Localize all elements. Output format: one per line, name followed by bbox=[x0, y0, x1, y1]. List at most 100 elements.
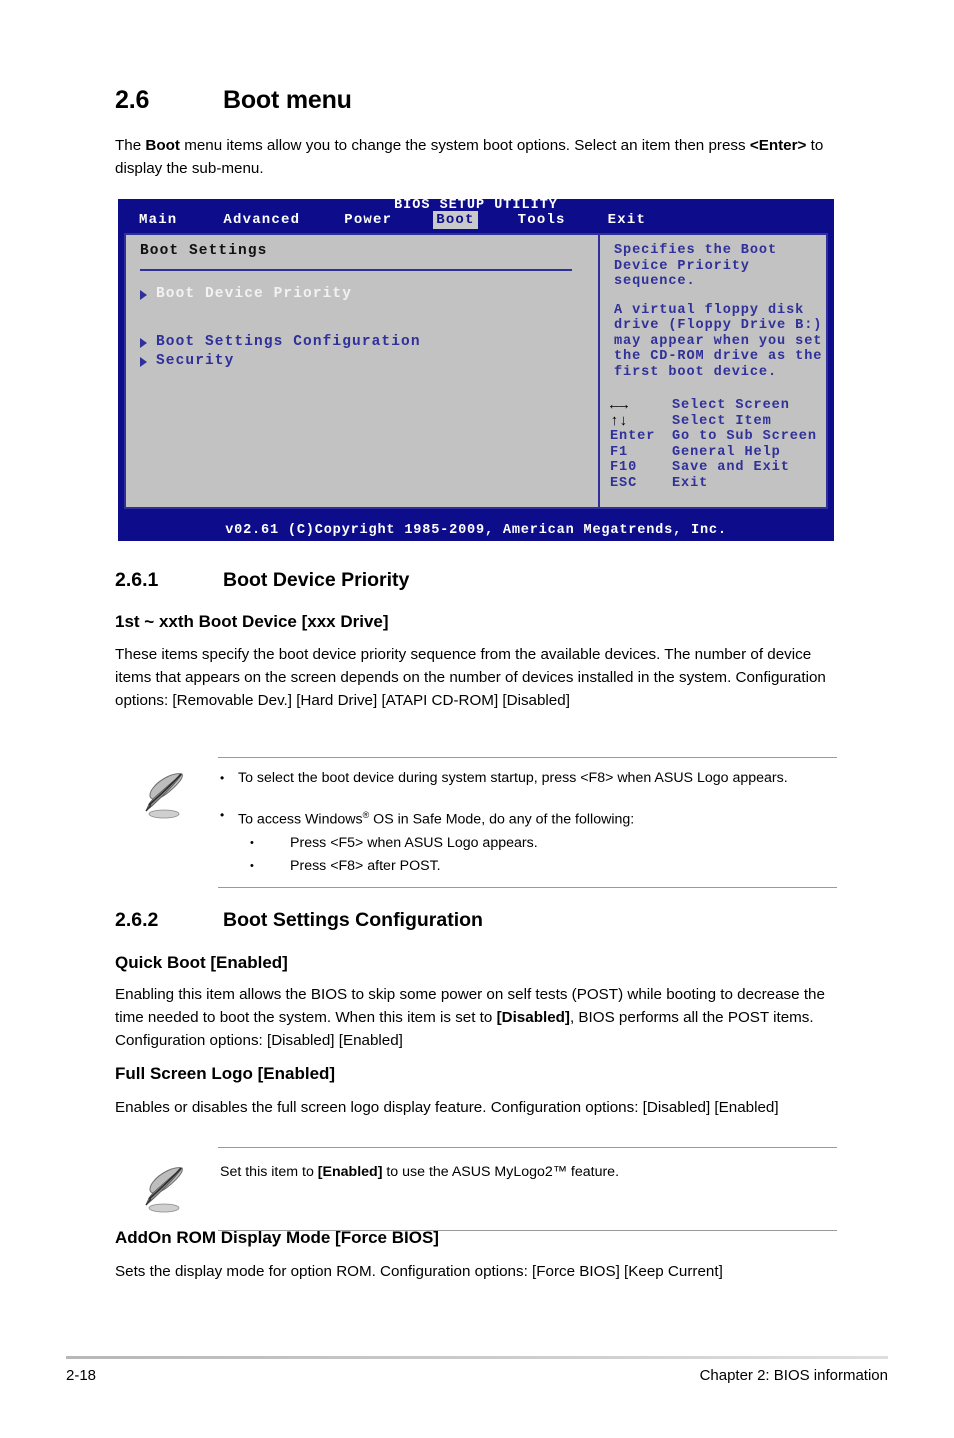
bios-item-label: Boot Settings Configuration bbox=[156, 334, 421, 350]
section-title: Boot Settings Configuration bbox=[223, 909, 483, 931]
note-bold-enabled: [Enabled] bbox=[317, 1164, 383, 1180]
bios-help-paragraph-1: Specifies the Boot Device Priority seque… bbox=[614, 243, 778, 289]
section-heading-2-6-1: 2.6.1 Boot Device Priority bbox=[115, 569, 837, 592]
bullet-glyph-icon: • bbox=[220, 771, 225, 785]
section-number: 2.6.2 bbox=[115, 909, 159, 931]
note-inner: Set this item to [Enabled] to use the AS… bbox=[115, 1148, 837, 1230]
nav-key-action: Select Item bbox=[672, 413, 772, 429]
note-icon-wrap bbox=[115, 768, 218, 877]
nav-key-label: F1 bbox=[610, 444, 629, 460]
pencil-note-icon bbox=[144, 1167, 183, 1213]
section-number: 2.6.1 bbox=[115, 569, 159, 591]
note-bottom-rule bbox=[218, 886, 837, 888]
note-content: • To select the boot device during syste… bbox=[218, 768, 837, 877]
note-content: Set this item to [Enabled] to use the AS… bbox=[218, 1162, 837, 1216]
note-sub-text: Press <F8> after POST. bbox=[290, 857, 441, 874]
bullet-glyph-icon: • bbox=[250, 859, 254, 872]
bios-tab-boot[interactable]: Boot bbox=[433, 211, 478, 229]
section-heading-2-6-2: 2.6.2 Boot Settings Configuration bbox=[115, 909, 837, 932]
bios-tab-main[interactable]: Main bbox=[136, 211, 180, 229]
bios-item-boot-device-priority[interactable]: Boot Device Priority bbox=[140, 285, 598, 304]
footer-rule bbox=[66, 1356, 888, 1359]
note-bullet-block: To access Windows® OS in Safe Mode, do a… bbox=[238, 805, 634, 877]
intro-bold-boot: Boot bbox=[145, 137, 180, 154]
paragraph-boot-device: These items specify the boot device prio… bbox=[115, 646, 826, 709]
note-sub-text: Press <F5> when ASUS Logo appears. bbox=[290, 834, 538, 851]
bios-body: Boot Settings Boot Device Priority Boot … bbox=[124, 233, 828, 509]
section-title: Boot Device Priority bbox=[223, 569, 410, 591]
submenu-arrow-icon bbox=[140, 289, 147, 300]
chapter-label: Chapter 2: BIOS information bbox=[699, 1367, 888, 1384]
paragraph-quick-boot: Enabling this item allows the BIOS to sk… bbox=[115, 983, 837, 1052]
bios-tab-exit[interactable]: Exit bbox=[605, 211, 649, 229]
bios-tab-power[interactable]: Power bbox=[341, 211, 395, 229]
pencil-note-icon bbox=[144, 773, 183, 819]
bios-heading-rule bbox=[140, 269, 572, 271]
note-bullet-text: To select the boot device during system … bbox=[238, 770, 788, 786]
nav-key-row: F1 General Help bbox=[610, 445, 834, 461]
bios-tab-advanced[interactable]: Advanced bbox=[220, 211, 303, 229]
bios-help-panel: Specifies the Boot Device Priority seque… bbox=[600, 235, 826, 507]
note-box-1: • To select the boot device during syste… bbox=[115, 757, 837, 888]
note-inner: • To select the boot device during syste… bbox=[115, 758, 837, 887]
note-bullet-1: • To select the boot device during syste… bbox=[220, 768, 837, 789]
intro-text-2: menu items allow you to change the syste… bbox=[179, 137, 750, 154]
bullet-glyph-icon: • bbox=[250, 836, 254, 849]
document-page: 2.6 Boot menu The Boot menu items allow … bbox=[0, 0, 954, 1438]
bios-item-label: Security bbox=[156, 353, 235, 369]
paragraph-bold-disabled: [Disabled] bbox=[496, 1009, 570, 1026]
intro-text-1: The bbox=[115, 137, 146, 154]
nav-key-row: ↑↓ Select Item bbox=[610, 412, 834, 430]
bios-item-spacer bbox=[140, 304, 598, 333]
item-heading-boot-device: 1st ~ xxth Boot Device [xxx Drive] bbox=[115, 612, 389, 631]
paragraph-addon-rom: Sets the display mode for option ROM. Co… bbox=[115, 1263, 723, 1280]
note-sub-bullet-1: • Press <F5> when ASUS Logo appears. bbox=[238, 833, 634, 854]
submenu-arrow-icon bbox=[140, 337, 147, 348]
note-bullet-text-post: OS in Safe Mode, do any of the following… bbox=[369, 811, 635, 828]
bios-menu-bar: Main Advanced Power Boot Tools Exit bbox=[118, 209, 834, 231]
intro-bold-enter: <Enter> bbox=[749, 137, 807, 154]
nav-key-row: F10 Save and Exit bbox=[610, 460, 834, 476]
section-intro-paragraph: The Boot menu items allow you to change … bbox=[115, 134, 837, 180]
section-title: Boot menu bbox=[223, 86, 352, 114]
note-bullet-2: • To access Windows® OS in Safe Mode, do… bbox=[220, 805, 837, 877]
bios-tab-tools[interactable]: Tools bbox=[515, 211, 569, 229]
bios-setup-screenshot: BIOS SETUP UTILITY Main Advanced Power B… bbox=[118, 199, 834, 541]
nav-key-action: Go to Sub Screen bbox=[672, 429, 817, 444]
bios-help-paragraph-2: A virtual floppy disk drive (Floppy Driv… bbox=[614, 302, 823, 380]
nav-key-label: ESC bbox=[610, 475, 638, 491]
item-heading-addon-rom: AddOn ROM Display Mode [Force BIOS] bbox=[115, 1228, 439, 1247]
section-heading-2-6: 2.6 Boot menu bbox=[115, 86, 837, 115]
item-heading-full-screen-logo: Full Screen Logo [Enabled] bbox=[115, 1064, 336, 1083]
nav-key-action: Select Screen bbox=[672, 398, 790, 413]
bios-navigation-keys: ←→ Select Screen ↑↓ Select Item Enter Go to… bbox=[610, 398, 834, 491]
left-right-arrow-icon: ←→ bbox=[610, 397, 629, 414]
bios-settings-panel: Boot Settings Boot Device Priority Boot … bbox=[126, 235, 598, 507]
page-number: 2-18 bbox=[66, 1367, 97, 1384]
note-text-2: to use the ASUS MyLogo2™ feature. bbox=[382, 1164, 620, 1180]
bios-item-label: Boot Device Priority bbox=[156, 286, 353, 302]
note-box-2: Set this item to [Enabled] to use the AS… bbox=[115, 1147, 837, 1231]
note-sub-bullet-2: • Press <F8> after POST. bbox=[238, 856, 634, 877]
note-bullet-text-pre: To access Windows bbox=[238, 811, 363, 828]
note-text-1: Set this item to bbox=[220, 1164, 318, 1180]
bios-item-boot-settings-configuration[interactable]: Boot Settings Configuration bbox=[140, 333, 598, 352]
nav-key-action: Save and Exit bbox=[672, 460, 790, 475]
paragraph-full-screen-logo: Enables or disables the full screen logo… bbox=[115, 1099, 779, 1116]
nav-key-label: F10 bbox=[610, 460, 638, 475]
bios-copyright-footer: v02.61 (C)Copyright 1985-2009, American … bbox=[225, 522, 727, 538]
nav-key-action: Exit bbox=[672, 475, 709, 491]
nav-key-label: Enter bbox=[610, 429, 656, 444]
submenu-arrow-icon bbox=[140, 356, 147, 367]
bullet-glyph-icon: • bbox=[220, 808, 225, 822]
item-heading-quick-boot: Quick Boot [Enabled] bbox=[115, 953, 288, 972]
bios-title: BIOS SETUP UTILITY bbox=[394, 199, 558, 209]
nav-key-action: General Help bbox=[672, 444, 781, 460]
bios-item-security[interactable]: Security bbox=[140, 352, 598, 371]
nav-key-row: Enter Go to Sub Screen bbox=[610, 429, 834, 445]
section-number: 2.6 bbox=[115, 86, 150, 114]
nav-key-row: ←→ Select Screen bbox=[610, 398, 834, 414]
bios-panel-heading: Boot Settings bbox=[140, 243, 268, 259]
note-icon-wrap bbox=[115, 1162, 218, 1216]
up-down-arrow-icon: ↑↓ bbox=[610, 412, 629, 430]
